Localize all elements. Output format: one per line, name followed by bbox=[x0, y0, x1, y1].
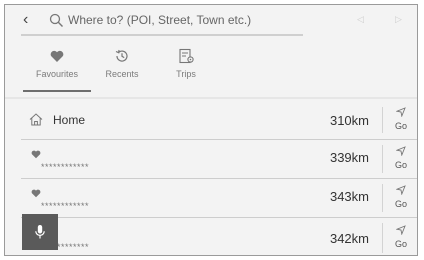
go-label: Go bbox=[394, 121, 407, 131]
previous-arrow-icon[interactable]: ◁ bbox=[357, 14, 364, 25]
distance-label: 310km bbox=[329, 113, 369, 128]
microphone-icon bbox=[35, 225, 45, 239]
heart-icon bbox=[31, 150, 41, 159]
go-divider bbox=[382, 184, 383, 212]
home-icon bbox=[29, 113, 43, 126]
list-item[interactable]: Home 310km Go bbox=[5, 101, 417, 139]
distance-label: 343km bbox=[329, 189, 369, 204]
search-underline bbox=[21, 34, 303, 36]
go-divider bbox=[382, 145, 383, 173]
go-divider bbox=[382, 223, 383, 253]
search-icon bbox=[49, 13, 63, 27]
navigation-favourites-screen: ‹ Where to? (POI, Street, Town etc.) ◁ ▷… bbox=[4, 4, 418, 256]
heart-icon bbox=[50, 50, 64, 62]
go-label: Go bbox=[394, 239, 407, 249]
go-label: Go bbox=[394, 199, 407, 209]
tab-label: Favourites bbox=[35, 69, 79, 79]
search-bar: ‹ Where to? (POI, Street, Town etc.) ◁ ▷ bbox=[5, 5, 417, 39]
favourite-name: Home bbox=[53, 113, 86, 127]
go-divider bbox=[382, 107, 383, 133]
tab-trips[interactable]: Trips bbox=[151, 47, 221, 79]
favourite-name: ************ bbox=[41, 201, 90, 211]
go-label: Go bbox=[394, 160, 407, 170]
selected-tab-indicator bbox=[23, 90, 91, 92]
distance-label: 339km bbox=[329, 150, 369, 165]
next-arrow-icon[interactable]: ▷ bbox=[395, 14, 402, 25]
go-button[interactable]: Go bbox=[386, 225, 416, 249]
navigate-arrow-icon bbox=[396, 146, 406, 156]
list-item[interactable]: ************ 343km Go bbox=[5, 179, 417, 217]
tab-label: Recents bbox=[105, 69, 139, 79]
list-item[interactable]: ************ 339km Go bbox=[5, 140, 417, 178]
go-button[interactable]: Go bbox=[386, 107, 416, 131]
trip-list-icon bbox=[178, 48, 194, 63]
tab-recents[interactable]: Recents bbox=[87, 47, 157, 79]
distance-label: 342km bbox=[329, 231, 369, 246]
navigate-arrow-icon bbox=[396, 107, 406, 117]
favourite-name: ************ bbox=[41, 162, 90, 172]
navigate-arrow-icon bbox=[396, 225, 406, 235]
go-button[interactable]: Go bbox=[386, 146, 416, 170]
heart-icon bbox=[31, 189, 41, 198]
voice-search-button[interactable] bbox=[22, 214, 58, 250]
tab-label: Trips bbox=[176, 69, 196, 79]
search-input[interactable]: Where to? (POI, Street, Town etc.) bbox=[68, 13, 251, 27]
tab-favourites[interactable]: Favourites bbox=[22, 47, 92, 79]
history-icon bbox=[115, 49, 128, 62]
tabs-divider bbox=[5, 97, 417, 99]
go-button[interactable]: Go bbox=[386, 185, 416, 209]
back-icon[interactable]: ‹ bbox=[23, 11, 28, 29]
list-item[interactable]: ************ 342km Go bbox=[5, 218, 417, 255]
navigate-arrow-icon bbox=[396, 185, 406, 195]
